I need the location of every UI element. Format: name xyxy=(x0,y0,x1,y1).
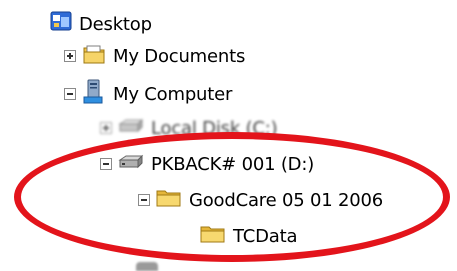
hard-drive-icon xyxy=(118,118,144,138)
expand-toggle[interactable] xyxy=(100,122,112,134)
tree-item-my-computer[interactable]: My Computer xyxy=(64,77,232,111)
computer-icon xyxy=(82,79,106,109)
tree-item-label: My Computer xyxy=(113,83,233,105)
tree-item-label: My Documents xyxy=(113,45,246,67)
highlight-ellipse xyxy=(14,132,450,262)
folder-documents-icon xyxy=(82,43,106,69)
desktop-icon xyxy=(50,11,72,37)
collapse-toggle[interactable] xyxy=(64,88,76,100)
expand-toggle[interactable] xyxy=(64,50,76,62)
tree-item-my-documents[interactable]: My Documents xyxy=(64,39,245,73)
tree-item-label: Desktop xyxy=(79,13,152,35)
tree-item-partial xyxy=(136,262,158,271)
tree-item-desktop[interactable]: Desktop xyxy=(50,7,152,41)
